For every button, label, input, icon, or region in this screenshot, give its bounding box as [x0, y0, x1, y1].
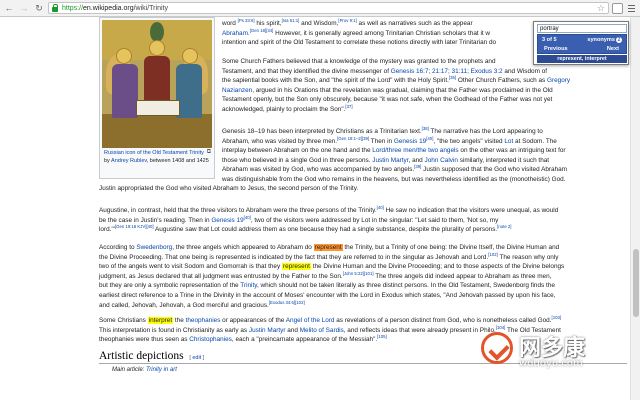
- url-scheme: https://: [62, 4, 84, 12]
- synonyms-count-badge: 2: [616, 37, 622, 43]
- paragraph: Justin appropriated the God who visited …: [99, 185, 359, 192]
- scrollbar-thumb[interactable]: [633, 249, 639, 317]
- find-in-page-popup: 3 of 5 synonyms2 Previous Next represent…: [533, 21, 629, 65]
- section-edit: [ edit ]: [189, 355, 205, 361]
- find-search-input[interactable]: [537, 24, 627, 33]
- thumbnail-caption: Russian icon of the Old Testament Trinit…: [104, 150, 209, 164]
- next-match-button[interactable]: Next: [607, 46, 619, 52]
- caption-link-rublev[interactable]: Andrey Rublev: [111, 158, 147, 164]
- url-text[interactable]: https://en.wikipedia.org/wiki/Trinity: [62, 5, 168, 12]
- synonyms-toggle[interactable]: synonyms 2: [587, 37, 622, 43]
- star-icon[interactable]: ☆: [597, 3, 605, 14]
- hamburger-menu-icon[interactable]: [626, 3, 637, 14]
- enlarge-icon[interactable]: ⧉: [207, 149, 211, 156]
- section-title: Artistic depictions: [99, 350, 184, 362]
- vertical-scrollbar[interactable]: [630, 17, 640, 400]
- extension-icon[interactable]: [612, 2, 623, 14]
- rublev-trinity-icon-image[interactable]: [102, 20, 212, 148]
- address-bar[interactable]: https://en.wikipedia.org/wiki/Trinity ☆: [48, 2, 609, 14]
- paragraph: Genesis 18–19 has been interpreted by Ch…: [222, 125, 567, 183]
- synonym-terms[interactable]: represent, interpret: [537, 55, 627, 63]
- forward-arrow-icon[interactable]: →: [18, 2, 30, 14]
- watermark-logo-icon: [481, 332, 513, 364]
- find-highlight: represent: [281, 263, 311, 271]
- caption-link[interactable]: Russian icon of the Old Testament Trinit…: [104, 150, 204, 156]
- watermark-en-text: wduoyu.com: [519, 358, 583, 369]
- lock-icon: [52, 4, 59, 12]
- reload-icon[interactable]: ↻: [33, 2, 45, 14]
- paragraph: According to Swedenborg, the three angel…: [99, 244, 565, 309]
- paragraph: Augustine, in contrast, held that the th…: [99, 204, 559, 234]
- browser-toolbar: ← → ↻ https://en.wikipedia.org/wiki/Trin…: [0, 0, 640, 17]
- find-highlight-current: represent: [313, 244, 343, 251]
- find-highlight: interpret: [147, 317, 174, 324]
- find-controls: 3 of 5 synonyms 2 Previous Next: [537, 34, 627, 54]
- paragraph: Some Church Fathers believed that a know…: [222, 58, 571, 113]
- url-host: en.wikipedia.org: [83, 4, 134, 12]
- watermark: 网多康 wduoyu.com: [481, 322, 629, 400]
- back-arrow-icon[interactable]: ←: [3, 2, 15, 14]
- edit-link[interactable]: edit: [192, 355, 201, 361]
- url-path: /wiki/Trinity: [133, 4, 168, 12]
- previous-match-button[interactable]: Previous: [544, 46, 568, 52]
- match-count: 3 of 5: [542, 37, 557, 43]
- icon-thumbnail: Russian icon of the Old Testament Trinit…: [99, 17, 215, 179]
- main-article-link[interactable]: Trinity in art: [146, 367, 177, 373]
- hatnote: Main article: Trinity in art: [112, 367, 177, 373]
